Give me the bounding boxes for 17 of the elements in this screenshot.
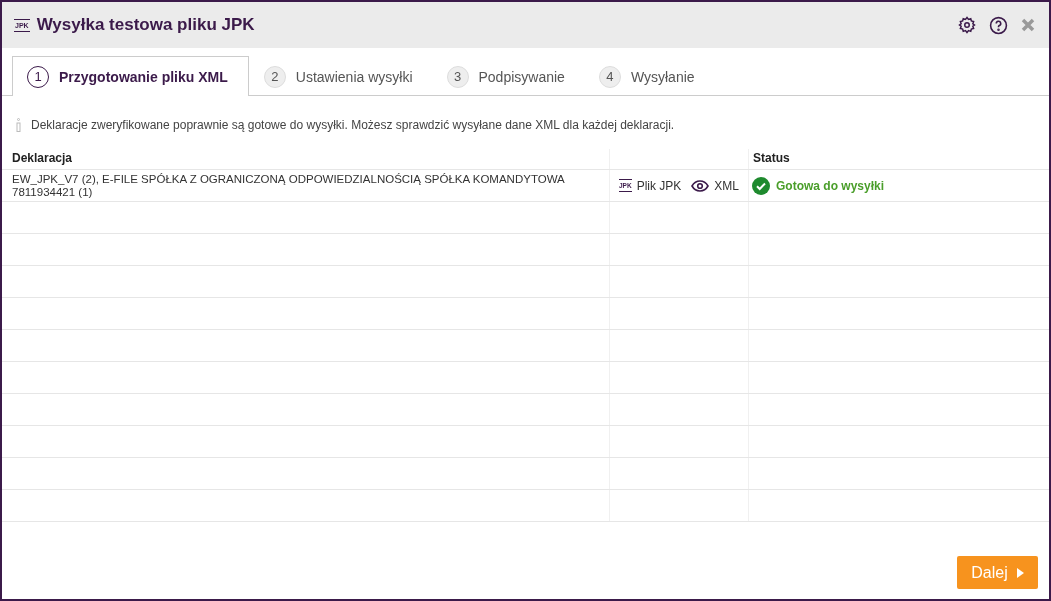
step-tab[interactable]: 1 Przygotowanie pliku XML xyxy=(12,56,249,96)
column-header: Status xyxy=(752,150,791,167)
status-text: Gotowa do wysyłki xyxy=(776,178,885,193)
window-title: Wysyłka testowa pliku JPK xyxy=(36,15,255,35)
play-icon xyxy=(1016,567,1024,578)
step-tab[interactable]: 2 Ustawienia wysyłki xyxy=(248,56,432,96)
info-message: Deklaracje zweryfikowane poprawnie są gotowe do wysyłki. Możesz sprawdzić wysyłane dane XML dla każdej deklaracji. xyxy=(31,118,675,132)
settings-icon[interactable] xyxy=(958,16,976,34)
eye-icon xyxy=(691,179,710,192)
column-header: Deklaracja xyxy=(2,149,610,169)
step-tab[interactable]: 4 Wysyłanie xyxy=(583,56,714,96)
info-icon xyxy=(16,118,21,132)
declaration-text: EW_JPK_V7 (2), E-FILE SPÓŁKA Z OGRANICZONĄ ODPOWIEDZIALNOŚCIĄ SPÓŁKA KOMANDYTOWA 7811934421 (1) xyxy=(12,172,566,199)
jpk-file-link[interactable]: Plik JPK xyxy=(636,178,682,193)
xml-link[interactable]: XML xyxy=(714,178,740,193)
step-tab[interactable]: 3 Podpisywanie xyxy=(431,56,584,96)
help-icon[interactable] xyxy=(989,15,1008,35)
